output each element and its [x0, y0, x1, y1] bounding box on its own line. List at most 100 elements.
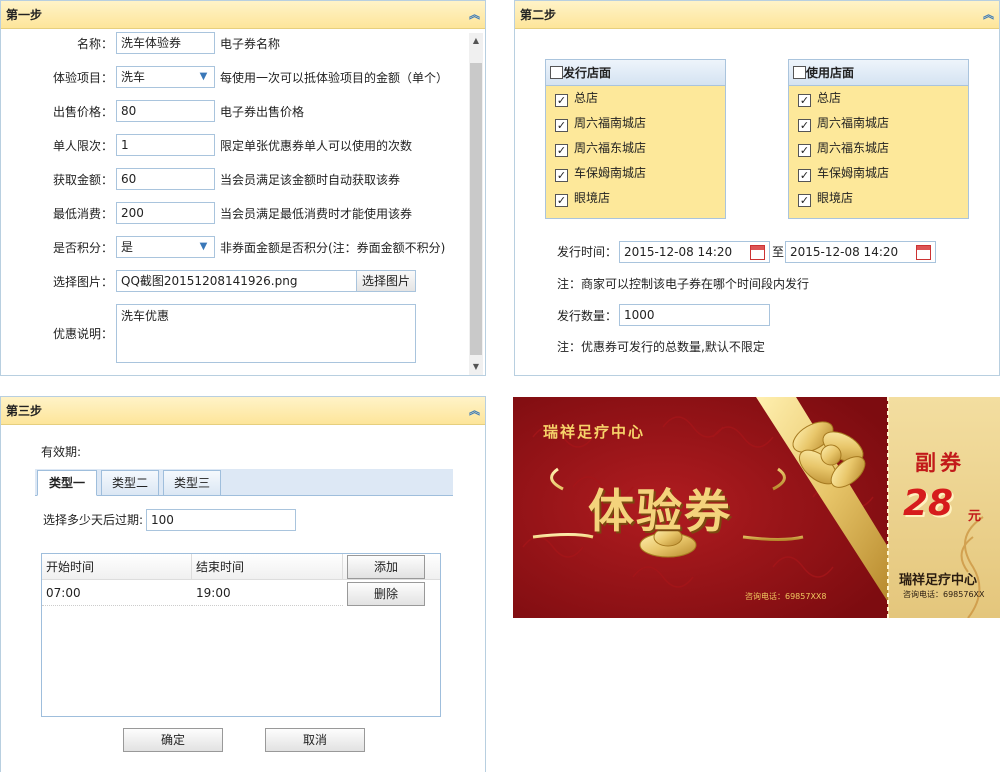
gain-input[interactable]: 60 — [116, 168, 215, 190]
step1-header: 第一步 ︽ — [1, 1, 485, 29]
to-label: 至 — [772, 245, 785, 259]
item-hint: 每使用一次可以抵体验项目的金额（单个） — [220, 71, 449, 85]
min-label: 最低消费： — [52, 207, 113, 221]
gain-hint: 当会员满足该金额时自动获取该券 — [220, 173, 401, 187]
desc-textarea[interactable]: 洗车优惠 — [116, 304, 416, 363]
limit-input[interactable]: 1 — [116, 134, 215, 156]
issue-stores-header[interactable]: 发行店面 — [546, 60, 725, 86]
use-store-item[interactable]: ✓ 总店 — [789, 86, 968, 111]
store-label: 眼境店 — [574, 191, 611, 205]
collapse-icon[interactable]: ︽ — [469, 1, 480, 29]
end-time-input[interactable]: 2015-12-08 14:20 — [785, 241, 936, 263]
issue-count-input[interactable]: 1000 — [619, 304, 770, 326]
confirm-button[interactable]: 确定 — [123, 728, 223, 752]
tab-type1[interactable]: 类型一 — [37, 470, 97, 496]
use-store-item[interactable]: ✓ 车保姆南城店 — [789, 161, 968, 186]
issue-stores-box: 发行店面 ✓ 总店 ✓ 周六福南城店 ✓ 周六福东城店 ✓ 车保姆南城店 ✓ 眼境店 — [545, 59, 726, 219]
image-file-name: QQ截图20151208141926.png — [121, 274, 298, 288]
use-store-item[interactable]: ✓ 眼境店 — [789, 186, 968, 211]
limit-label: 单人限次： — [52, 139, 113, 153]
calendar-icon[interactable] — [916, 245, 931, 260]
item-label: 体验项目： — [52, 71, 113, 85]
use-store-item[interactable]: ✓ 周六福东城店 — [789, 136, 968, 161]
issue-store-item[interactable]: ✓ 车保姆南城店 — [546, 161, 725, 186]
start-time-input[interactable]: 2015-12-08 14:20 — [619, 241, 770, 263]
table-cell: 19:00 — [192, 581, 343, 606]
tab-type2[interactable]: 类型二 — [101, 470, 159, 496]
tab-type3[interactable]: 类型三 — [163, 470, 221, 496]
issue-time-label: 发行时间： — [557, 245, 618, 259]
use-stores-select-all[interactable] — [793, 66, 806, 79]
calendar-icon[interactable] — [750, 245, 765, 260]
issue-store-item[interactable]: ✓ 周六福南城店 — [546, 111, 725, 136]
scroll-up-icon[interactable]: ▲ — [469, 33, 483, 49]
checkbox-checked-icon[interactable]: ✓ — [798, 169, 811, 182]
checkbox-checked-icon[interactable]: ✓ — [555, 119, 568, 132]
use-stores-title: 使用店面 — [806, 66, 855, 80]
chevron-down-icon: ▼ — [199, 71, 208, 82]
store-label: 周六福南城店 — [574, 116, 647, 130]
name-hint: 电子券名称 — [220, 37, 281, 51]
coupon-phone: 咨询电话：69857XX8 — [745, 592, 827, 601]
days-input[interactable]: 100 — [146, 509, 296, 531]
stub-value: 28 — [903, 483, 954, 524]
col-end-time: 结束时间 — [192, 554, 343, 580]
checkbox-checked-icon[interactable]: ✓ — [798, 94, 811, 107]
item-select-value: 洗车 — [121, 70, 146, 84]
gain-label: 获取金额： — [52, 173, 113, 187]
store-label: 周六福南城店 — [817, 116, 890, 130]
price-input[interactable]: 80 — [116, 100, 215, 122]
use-store-item[interactable]: ✓ 周六福南城店 — [789, 111, 968, 136]
image-file-input[interactable]: QQ截图20151208141926.png 选择图片 — [116, 270, 416, 292]
vertical-scrollbar[interactable]: ▲ ▼ — [469, 33, 483, 375]
delete-button[interactable]: 删除 — [347, 582, 425, 606]
step3-header: 第三步 ︽ — [1, 397, 485, 425]
store-label: 总店 — [574, 91, 599, 105]
collapse-icon[interactable]: ︽ — [469, 397, 480, 425]
chevron-down-icon: ▼ — [199, 241, 208, 252]
step1-panel: 第一步 ︽ 名称： 洗车体验券 电子券名称 体验项目： 洗车 ▼ 每使用一次可以抵体… — [0, 0, 486, 376]
cancel-button[interactable]: 取消 — [265, 728, 365, 752]
issue-store-item[interactable]: ✓ 总店 — [546, 86, 725, 111]
issue-store-item[interactable]: ✓ 眼境店 — [546, 186, 725, 211]
checkbox-checked-icon[interactable]: ✓ — [555, 144, 568, 157]
use-stores-box: 使用店面 ✓ 总店 ✓ 周六福南城店 ✓ 周六福东城店 ✓ 车保姆南城店 ✓ 眼境店 — [788, 59, 969, 219]
coupon-title: 体验券 — [588, 484, 732, 538]
points-hint: 非券面金额是否积分(注：券面金额不积分) — [220, 241, 446, 255]
checkbox-checked-icon[interactable]: ✓ — [798, 194, 811, 207]
scroll-thumb[interactable] — [470, 63, 482, 355]
scroll-down-icon[interactable]: ▼ — [469, 359, 483, 375]
checkbox-checked-icon[interactable]: ✓ — [798, 119, 811, 132]
count-note: 注：优惠券可发行的总数量,默认不限定 — [557, 340, 765, 354]
checkbox-checked-icon[interactable]: ✓ — [555, 94, 568, 107]
coupon-brand: 瑞祥足疗中心 — [543, 423, 646, 441]
validity-tabs: 类型一 类型二 类型三 — [35, 469, 453, 496]
choose-image-button[interactable]: 选择图片 — [355, 271, 415, 291]
limit-hint: 限定单张优惠券单人可以使用的次数 — [220, 139, 413, 153]
table-cell: 07:00 — [42, 581, 192, 606]
points-select[interactable]: 是 ▼ — [116, 236, 215, 258]
stub-brand: 瑞祥足疗中心 — [899, 573, 978, 588]
collapse-icon[interactable]: ︽ — [983, 1, 994, 29]
store-label: 车保姆南城店 — [817, 166, 890, 180]
points-label: 是否积分： — [52, 241, 113, 255]
stub-phone: 咨询电话：698576XX — [903, 590, 985, 599]
store-label: 总店 — [817, 91, 842, 105]
checkbox-checked-icon[interactable]: ✓ — [798, 144, 811, 157]
end-time-value: 2015-12-08 14:20 — [790, 245, 899, 259]
checkbox-checked-icon[interactable]: ✓ — [555, 169, 568, 182]
issue-stores-select-all[interactable] — [550, 66, 563, 79]
store-label: 眼境店 — [817, 191, 854, 205]
add-button[interactable]: 添加 — [347, 555, 425, 579]
image-label: 选择图片： — [52, 275, 113, 289]
price-label: 出售价格： — [52, 105, 113, 119]
col-start-time: 开始时间 — [42, 554, 192, 580]
item-select[interactable]: 洗车 ▼ — [116, 66, 215, 88]
time-note: 注：商家可以控制该电子券在哪个时间段内发行 — [557, 277, 810, 291]
name-input[interactable]: 洗车体验券 — [116, 32, 215, 54]
min-input[interactable]: 200 — [116, 202, 215, 224]
checkbox-checked-icon[interactable]: ✓ — [555, 194, 568, 207]
issue-store-item[interactable]: ✓ 周六福东城店 — [546, 136, 725, 161]
use-stores-header[interactable]: 使用店面 — [789, 60, 968, 86]
desc-label: 优惠说明： — [52, 327, 113, 341]
